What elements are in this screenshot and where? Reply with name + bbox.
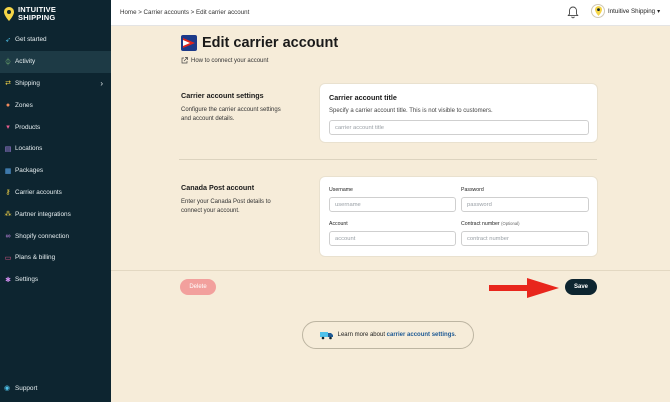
truck-icon — [319, 332, 333, 340]
sidebar-item-label: Activity — [15, 58, 36, 66]
carrier-title-input[interactable]: carrier account title — [329, 120, 589, 135]
save-button[interactable]: Save — [565, 279, 597, 295]
sidebar-item-partner-integrations[interactable]: ⁂ Partner integrations — [0, 203, 111, 225]
sidebar-item-packages[interactable]: ▦ Packages — [0, 160, 111, 182]
delete-button[interactable]: Delete — [180, 279, 216, 295]
link-icon: ∞ — [5, 232, 11, 240]
password-label: Password — [461, 187, 484, 193]
integrations-icon: ⁂ — [4, 211, 12, 219]
page-header: Edit carrier account — [181, 35, 338, 51]
location-pin-icon — [4, 7, 14, 21]
sidebar-item-label: Plans & billing — [15, 254, 56, 262]
contract-number-input[interactable]: contract number — [461, 231, 589, 246]
sidebar-item-label: Settings — [15, 276, 39, 284]
breadcrumb[interactable]: Home > Carrier accounts > Edit carrier a… — [120, 9, 249, 16]
sidebar-item-carrier-accounts[interactable]: ⚷ Carrier accounts — [0, 182, 111, 204]
gear-icon: ✱ — [5, 276, 11, 284]
account-avatar — [591, 4, 605, 18]
learn-more-text: Learn more about carrier account setting… — [337, 332, 457, 338]
chevron-down-icon: ▾ — [657, 8, 661, 15]
help-icon: ◉ — [4, 385, 11, 392]
section-heading: Canada Post account — [181, 183, 255, 192]
sidebar-item-label: Zones — [15, 101, 33, 109]
account-input[interactable]: account — [329, 231, 456, 246]
password-input[interactable]: password — [461, 197, 589, 212]
shipping-icon: ⇄ — [5, 80, 11, 88]
sidebar-item-shipping[interactable]: ⇄ Shipping › — [0, 73, 111, 95]
carrier-title-card: Carrier account title Specify a carrier … — [319, 83, 598, 143]
account-name: Intuitive Shipping — [608, 7, 656, 15]
canada-post-logo — [181, 35, 197, 51]
sidebar-item-plans-billing[interactable]: ▭ Plans & billing — [0, 247, 111, 269]
section-heading: Carrier account settings — [181, 91, 264, 100]
billing-icon: ▭ — [4, 254, 12, 262]
brand-logo[interactable]: INTUITIVE SHIPPING — [4, 3, 56, 25]
card-description: Specify a carrier account title. This is… — [329, 108, 493, 114]
chevron-right-icon[interactable]: › — [100, 79, 103, 88]
activity-icon: ⏀ — [4, 58, 12, 66]
sidebar-item-products[interactable]: ▾ Products — [0, 116, 111, 138]
canada-post-icon — [183, 38, 195, 48]
carrier-settings-link[interactable]: carrier account settings — [387, 332, 455, 338]
shirt-icon: ▾ — [6, 124, 10, 132]
section-divider — [179, 159, 597, 160]
sidebar-item-settings[interactable]: ✱ Settings — [0, 269, 111, 291]
brand-name: INTUITIVE SHIPPING — [18, 5, 57, 22]
main-content: Edit carrier account How to connect your… — [111, 26, 670, 402]
sidebar-item-shopify-connection[interactable]: ∞ Shopify connection — [0, 225, 111, 247]
account-label: Account — [329, 221, 348, 227]
sidebar-item-support[interactable]: ◉ Support — [4, 384, 38, 393]
red-arrow-annotation — [489, 278, 559, 298]
sidebar-item-activity[interactable]: ⏀ Activity — [0, 50, 111, 73]
bell-icon[interactable] — [567, 6, 579, 19]
rocket-icon: ➶ — [5, 36, 11, 44]
sidebar-item-label: Packages — [15, 167, 44, 175]
sidebar-item-locations[interactable]: ▤ Locations — [0, 138, 111, 160]
globe-icon: ● — [5, 101, 11, 109]
sidebar-item-get-started[interactable]: ➶ Get started — [0, 29, 111, 51]
sidebar-nav: ➶ Get started ⏀ Activity ⇄ Shipping › ● … — [0, 29, 111, 291]
optional-tag: (Optional) — [501, 221, 520, 226]
package-icon: ▦ — [4, 167, 12, 175]
section-description: Enter your Canada Post details to connec… — [181, 199, 271, 214]
sidebar-item-zones[interactable]: ● Zones — [0, 94, 111, 116]
sidebar-item-label: Carrier accounts — [15, 188, 62, 196]
sidebar-item-label: Shopify connection — [15, 232, 70, 240]
canada-post-section: Canada Post account Enter your Canada Po… — [181, 183, 291, 215]
card-title: Carrier account title — [329, 93, 397, 102]
learn-more-banner[interactable]: Learn more about carrier account setting… — [302, 321, 474, 349]
page-title: Edit carrier account — [202, 35, 339, 51]
sidebar-item-label: Locations — [15, 145, 43, 153]
account-menu[interactable]: Intuitive Shipping ▾ — [591, 4, 660, 18]
sidebar-item-label: Products — [15, 123, 41, 131]
location-pin-icon — [594, 6, 602, 16]
sidebar-item-label: Get started — [15, 36, 47, 44]
section-description: Configure the carrier account settings a… — [181, 107, 281, 122]
external-link-icon — [181, 57, 188, 64]
sidebar-item-label: Support — [15, 384, 38, 392]
howto-link[interactable]: How to connect your account — [181, 57, 268, 64]
contract-number-label: Contract number (Optional) — [461, 221, 520, 227]
building-icon: ▤ — [4, 145, 12, 153]
username-input[interactable]: username — [329, 197, 456, 212]
topbar: Home > Carrier accounts > Edit carrier a… — [111, 0, 670, 26]
key-icon: ⚷ — [5, 189, 11, 197]
username-label: Username — [329, 187, 353, 193]
sidebar-item-label: Partner integrations — [15, 210, 71, 218]
sidebar-item-label: Shipping — [15, 79, 40, 87]
canada-post-card: Username username Password password Acco… — [319, 176, 598, 257]
carrier-settings-section: Carrier account settings Configure the c… — [181, 91, 291, 123]
sidebar: INTUITIVE SHIPPING ➶ Get started ⏀ Activ… — [0, 0, 111, 402]
actions-divider — [111, 270, 670, 271]
